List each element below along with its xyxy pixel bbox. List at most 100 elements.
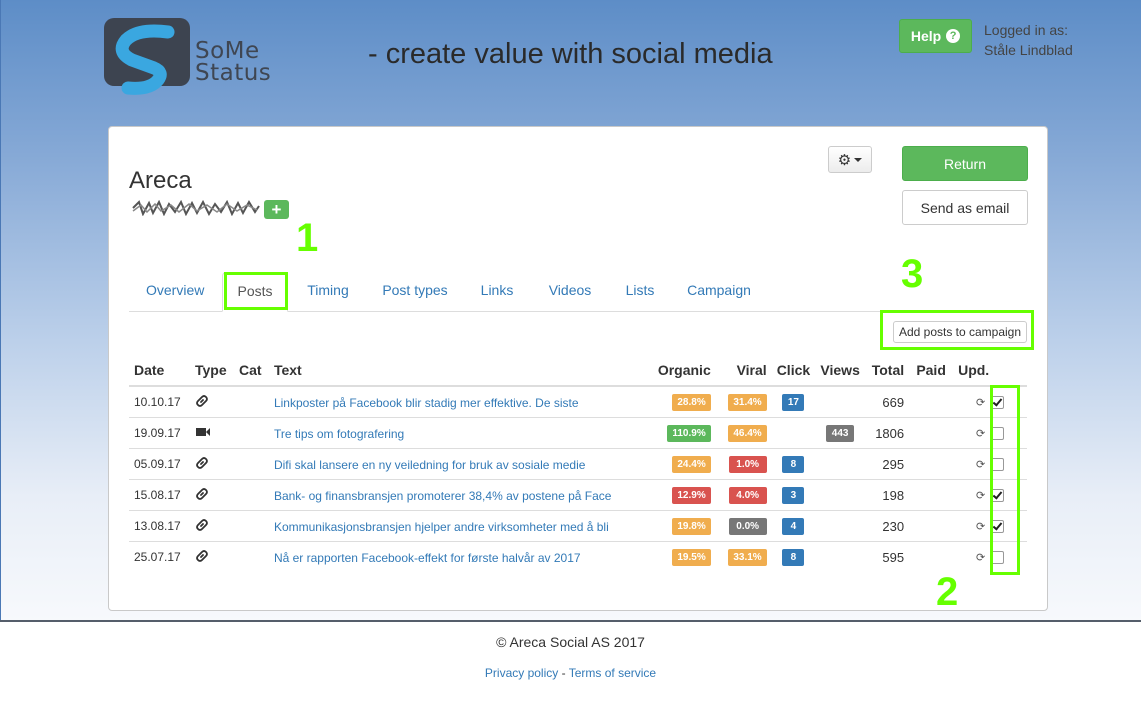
post-text-cell: Difi skal lansere en ny veiledning for b… (268, 448, 650, 480)
viral-cell: 1.0% (715, 448, 772, 480)
client-name: Areca (129, 167, 192, 194)
click-badge: 8 (782, 549, 805, 566)
header-divider (0, 620, 1141, 622)
organic-badge: 28.8% (672, 394, 711, 411)
tab-videos[interactable]: Videos (534, 272, 606, 311)
refresh-icon[interactable]: ⟳ (976, 489, 985, 502)
post-text-cell: Kommunikasjonsbransjen hjelper andre vir… (268, 510, 650, 542)
refresh-icon[interactable]: ⟳ (976, 396, 985, 409)
post-type (189, 510, 234, 542)
privacy-policy-link[interactable]: Privacy policy (485, 666, 558, 680)
organic-badge: 24.4% (672, 456, 711, 473)
footer-links: Privacy policy - Terms of service (0, 666, 1141, 680)
total-cell: 669 (882, 394, 905, 410)
refresh-icon[interactable]: ⟳ (976, 427, 985, 440)
organic-cell: 110.9% (649, 417, 716, 449)
col-total[interactable]: Total (865, 354, 910, 387)
settings-dropdown-button[interactable]: ⚙ (828, 146, 872, 173)
col-click[interactable]: Click (771, 354, 816, 387)
organic-cell: 28.8% (650, 386, 716, 418)
organic-badge: 19.8% (672, 518, 711, 535)
views-cell (815, 386, 865, 418)
tab-campaign[interactable]: Campaign (675, 272, 763, 311)
help-button[interactable]: Help ? (899, 19, 972, 53)
col-type[interactable]: Type (189, 354, 234, 387)
post-type (189, 541, 234, 572)
col-cat[interactable]: Cat (233, 354, 269, 387)
viral-badge: 46.4% (728, 425, 767, 442)
send-email-button[interactable]: Send as email (902, 190, 1028, 225)
question-icon: ? (946, 29, 961, 43)
post-text-link[interactable]: Nå er rapporten Facebook-effekt for førs… (274, 551, 581, 565)
footer-copyright: © Areca Social AS 2017 (0, 634, 1141, 650)
click-badge: 3 (782, 487, 805, 504)
click-cell (771, 417, 816, 449)
click-badge: 17 (782, 394, 805, 411)
link-icon (195, 487, 209, 504)
views-badge: 443 (826, 425, 855, 442)
post-text-link[interactable]: Linkposter på Facebook blir stadig mer e… (274, 396, 579, 410)
tab-post-types[interactable]: Post types (369, 272, 461, 311)
viral-badge: 0.0% (728, 518, 767, 535)
post-text-cell: Nå er rapporten Facebook-effekt for førs… (268, 541, 650, 572)
link-icon (195, 549, 209, 566)
post-date: 15.08.17 (129, 479, 190, 511)
post-cat (233, 448, 269, 480)
col-organic[interactable]: Organic (649, 354, 716, 387)
organic-cell: 24.4% (649, 448, 716, 480)
viral-cell: 0.0% (715, 510, 772, 542)
viral-badge: 31.4% (728, 394, 767, 411)
terms-of-service-link[interactable]: Terms of service (569, 666, 656, 680)
click-cell: 3 (771, 479, 816, 511)
paid-cell (909, 386, 953, 418)
col-paid[interactable]: Paid (909, 354, 954, 387)
tab-links[interactable]: Links (468, 272, 526, 311)
link-icon (195, 394, 209, 411)
post-date: 10.10.17 (134, 395, 181, 409)
click-cell: 4 (771, 510, 816, 542)
paid-cell (909, 541, 954, 572)
organic-cell: 19.8% (649, 510, 716, 542)
login-info: Logged in as: Ståle Lindblad (984, 20, 1073, 60)
copyright-icon: © (496, 634, 507, 650)
annotation-number-3: 3 (901, 252, 924, 296)
col-viral[interactable]: Viral (715, 354, 772, 387)
tab-overview[interactable]: Overview (134, 272, 215, 311)
table-row: 05.09.17 Difi skal lansere en ny veiledn… (129, 448, 1027, 480)
col-date[interactable]: Date (129, 354, 190, 387)
refresh-icon[interactable]: ⟳ (976, 520, 985, 533)
tab-timing[interactable]: Timing (294, 272, 362, 311)
posts-table: Date Type Cat Text Organic Viral Click V… (129, 354, 1027, 572)
col-upd[interactable]: Upd. (953, 354, 1027, 387)
post-text-link[interactable]: Difi skal lansere en ny veiledning for b… (274, 458, 586, 472)
organic-cell: 19.5% (649, 541, 716, 572)
add-client-button[interactable]: + (264, 200, 289, 219)
copyright-text: Areca Social AS 2017 (509, 634, 645, 650)
col-views[interactable]: Views (815, 354, 866, 387)
click-cell: 17 (772, 386, 815, 418)
col-text[interactable]: Text (268, 354, 650, 387)
post-text-link[interactable]: Kommunikasjonsbransjen hjelper andre vir… (274, 520, 609, 534)
total-cell: 595 (865, 541, 910, 572)
some-status-logo[interactable]: SoMe Status (104, 18, 274, 96)
tab-lists[interactable]: Lists (613, 272, 667, 311)
post-cat (233, 479, 269, 511)
table-row: 25.07.17 Nå er rapporten Facebook-effekt… (129, 541, 1027, 572)
user-name: Ståle Lindblad (984, 42, 1073, 58)
logo-text-line1: SoMe (195, 38, 260, 64)
post-text-cell: Bank- og finansbransjen promoterer 38,4%… (268, 479, 650, 511)
post-date: 05.09.17 (129, 448, 190, 480)
paid-cell (909, 479, 954, 511)
click-badge: 4 (782, 518, 805, 535)
post-text-cell: Tre tips om fotografering (268, 417, 650, 449)
annotation-number-2: 2 (936, 570, 959, 614)
refresh-icon[interactable]: ⟳ (976, 551, 985, 564)
refresh-icon[interactable]: ⟳ (976, 458, 985, 471)
total-cell: 295 (865, 448, 910, 480)
annotation-box-checkboxes (990, 385, 1020, 575)
post-text-link[interactable]: Tre tips om fotografering (274, 427, 404, 441)
return-button[interactable]: Return (902, 146, 1028, 181)
post-date: 19.09.17 (129, 417, 190, 449)
organic-cell: 12.9% (649, 479, 716, 511)
post-text-link[interactable]: Bank- og finansbransjen promoterer 38,4%… (274, 489, 612, 503)
